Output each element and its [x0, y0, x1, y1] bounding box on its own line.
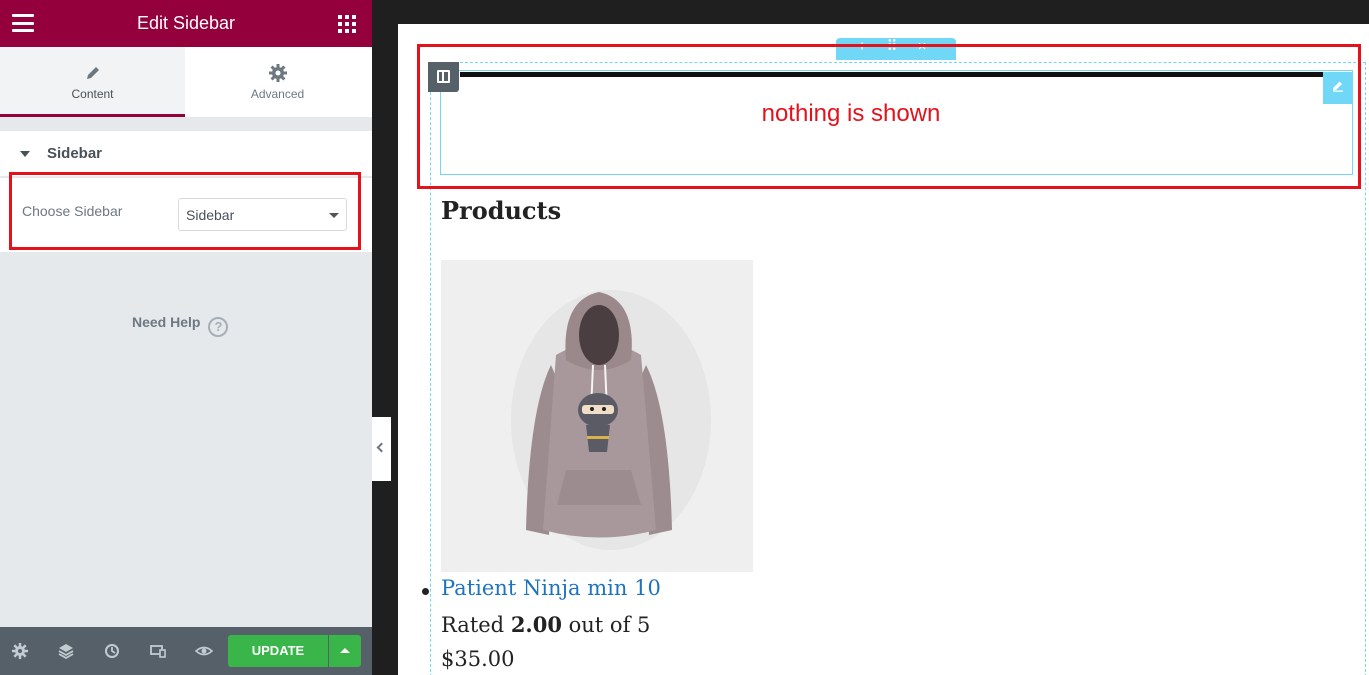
- gear-icon: [268, 64, 287, 82]
- panel-header: Edit Sidebar: [0, 0, 372, 47]
- rating-suffix: out of 5: [561, 613, 651, 637]
- product-price: $35.00: [441, 647, 515, 671]
- product-rating: Rated 2.00 out of 5: [441, 612, 650, 637]
- rating-prefix: Rated: [441, 613, 511, 637]
- highlight-box-control: [9, 172, 361, 250]
- hoodie-image: [441, 260, 753, 572]
- section-label: Sidebar: [47, 145, 103, 162]
- tab-content[interactable]: Content: [0, 47, 185, 117]
- tab-content-label: Content: [71, 87, 114, 101]
- layers-icon[interactable]: [57, 642, 75, 660]
- sidebar-section-toggle[interactable]: Sidebar: [0, 131, 372, 177]
- history-icon[interactable]: [103, 642, 121, 660]
- settings-icon[interactable]: [11, 642, 29, 660]
- caret-up-icon: [340, 648, 350, 653]
- tab-advanced[interactable]: Advanced: [185, 47, 370, 117]
- tab-advanced-label: Advanced: [250, 87, 305, 101]
- preview-canvas: + ⠿ × nothing is shown Products Patient …: [398, 24, 1369, 675]
- editor-root: Edit Sidebar Content Advanced Sidebar Ch…: [0, 0, 1369, 675]
- question-icon: ?: [208, 317, 229, 337]
- panel-collapse-toggle[interactable]: [372, 417, 391, 481]
- pencil-icon: [86, 67, 99, 79]
- caret-down-icon: [20, 151, 30, 157]
- update-button[interactable]: UPDATE: [228, 635, 328, 667]
- grid-icon[interactable]: [338, 15, 356, 33]
- update-options-button[interactable]: [329, 635, 361, 667]
- preview-eye-icon[interactable]: [195, 642, 213, 660]
- panel-title: Edit Sidebar: [136, 13, 236, 33]
- need-help-label: Need Help: [132, 314, 201, 330]
- highlight-box-widget: [417, 44, 1361, 189]
- chevron-left-icon: [376, 442, 387, 453]
- list-bullet: [422, 588, 429, 595]
- products-heading: Products: [441, 196, 562, 225]
- rating-value: 2.00: [510, 612, 562, 637]
- product-title-link[interactable]: Patient Ninja min 10: [441, 576, 661, 600]
- need-help-link[interactable]: Need Help?: [132, 314, 229, 337]
- responsive-icon[interactable]: [149, 642, 167, 660]
- panel-tabs: Content Advanced: [0, 47, 372, 117]
- product-image[interactable]: [441, 260, 753, 572]
